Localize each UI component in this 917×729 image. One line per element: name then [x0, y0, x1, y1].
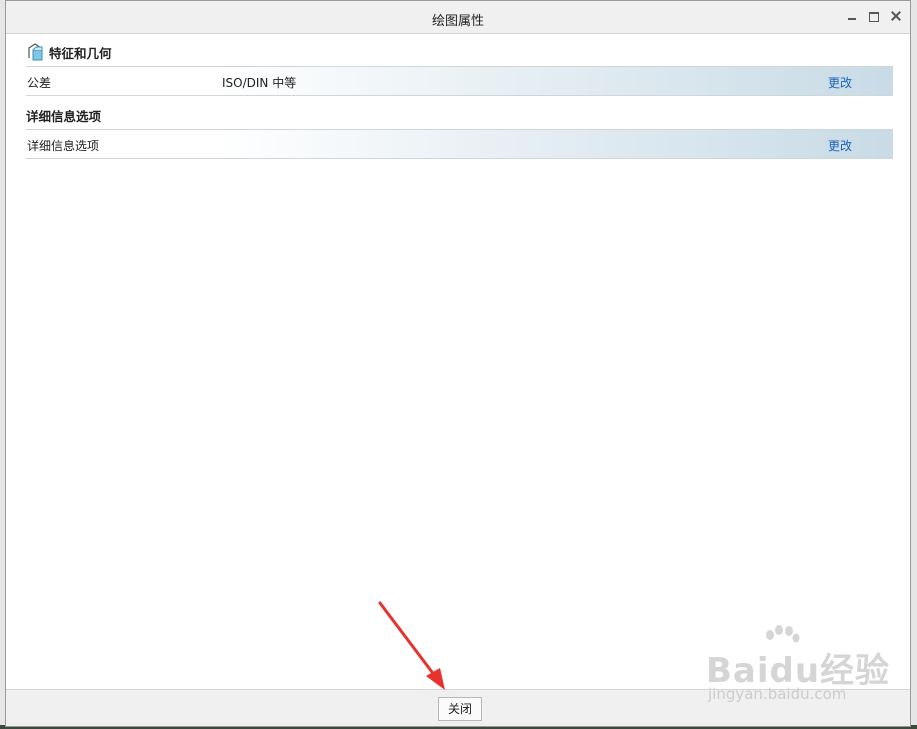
dialog-titlebar[interactable]: 绘图属性	[6, 1, 910, 34]
section-header-detail-options: 详细信息选项	[26, 104, 893, 126]
change-tolerance-link[interactable]: 更改	[828, 74, 852, 91]
maximize-icon[interactable]	[868, 10, 880, 22]
section-title: 特征和几何	[49, 45, 112, 61]
window-controls	[846, 10, 902, 22]
section-header-features-geometry: 特征和几何	[26, 41, 893, 63]
close-button[interactable]: 关闭	[438, 697, 482, 721]
property-label: 详细信息选项	[27, 139, 100, 153]
baidu-jingyan-watermark: Baidu经验 jingyan.baidu.com	[700, 625, 900, 715]
close-icon[interactable]	[890, 10, 902, 22]
property-row-tolerance: 公差 ISO/DIN 中等 更改	[26, 66, 893, 96]
properties-content: 特征和几何 公差 ISO/DIN 中等 更改 详细信息选项 详细信息选项 更改	[26, 41, 893, 159]
dialog-title: 绘图属性	[431, 14, 484, 29]
drawing-properties-dialog: 绘图属性 特征和几何 公差 ISO/DIN 中等 更改 详细信息选项 详细信息选…	[5, 0, 911, 727]
watermark-url: jingyan.baidu.com	[708, 685, 847, 703]
property-label: 公差	[27, 76, 52, 90]
background-app-right-edge	[910, 0, 917, 729]
property-row-detail-options: 详细信息选项 更改	[26, 129, 893, 159]
feature-geometry-icon	[26, 43, 44, 61]
property-value: ISO/DIN 中等	[222, 76, 297, 90]
section-title: 详细信息选项	[26, 108, 102, 124]
minimize-icon[interactable]	[846, 10, 858, 22]
change-detail-options-link[interactable]: 更改	[828, 137, 852, 154]
